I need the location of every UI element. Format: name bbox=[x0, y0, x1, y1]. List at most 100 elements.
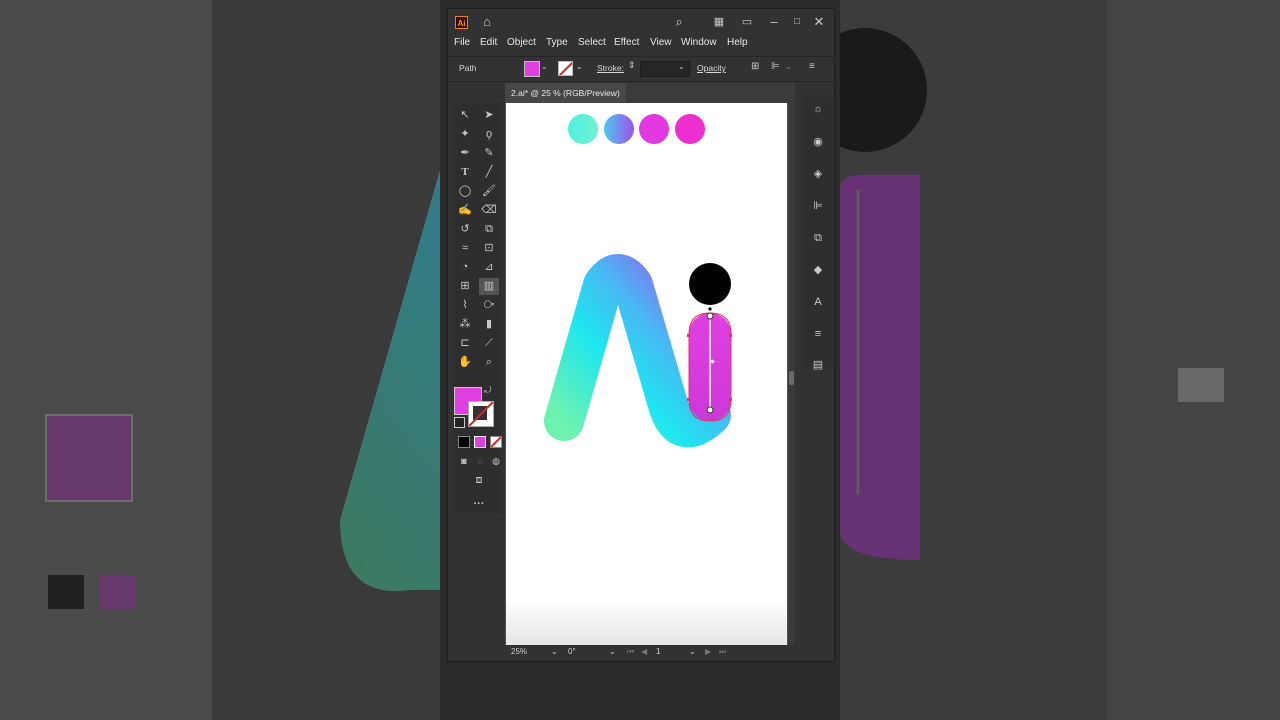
eyedropper-tool-icon[interactable]: ⌇ bbox=[455, 297, 475, 314]
gradient-end-stop[interactable] bbox=[706, 406, 714, 414]
paragraph-panel-icon[interactable]: ≡ bbox=[809, 325, 827, 343]
document-tab[interactable]: 2.ai* @ 25 % (RGB/Preview) bbox=[505, 83, 626, 103]
home-icon[interactable]: ⌂ bbox=[478, 13, 496, 31]
column-graph-tool-icon[interactable]: ▮ bbox=[479, 316, 499, 333]
warp-tool-icon[interactable]: ≈ bbox=[455, 240, 475, 257]
fill-swatch[interactable] bbox=[524, 61, 540, 77]
gradient-swatch-3[interactable] bbox=[639, 114, 669, 144]
shape-builder-tool-icon[interactable]: ◔ bbox=[455, 259, 475, 276]
distribute-icon[interactable]: ⊫ bbox=[771, 61, 780, 72]
gradient-swatch-4[interactable] bbox=[675, 114, 705, 144]
menu-select[interactable]: Select bbox=[578, 37, 606, 48]
gradient-start-stop[interactable] bbox=[706, 312, 714, 320]
appearance-panel-icon[interactable]: ◉ bbox=[809, 133, 827, 151]
screen-mode-icon[interactable]: ⧈ bbox=[469, 472, 489, 489]
align-icon[interactable]: ⊞ bbox=[751, 61, 759, 72]
maximize-icon[interactable]: □ bbox=[788, 13, 806, 31]
panel-icon[interactable]: ▭ bbox=[738, 13, 756, 31]
arrange-documents-icon[interactable]: ▦ bbox=[710, 13, 728, 31]
previous-artboard-icon[interactable]: ◀ bbox=[641, 647, 647, 656]
menu-edit[interactable]: Edit bbox=[480, 37, 497, 48]
menu-file[interactable]: File bbox=[454, 37, 470, 48]
stroke-swatch[interactable] bbox=[558, 61, 573, 76]
rotate-tool-icon[interactable]: ↺ bbox=[455, 221, 475, 238]
selection-anchor[interactable] bbox=[729, 398, 732, 401]
draw-inside-icon[interactable]: ◍ bbox=[486, 453, 506, 470]
character-panel-icon[interactable]: A bbox=[809, 293, 827, 311]
close-icon[interactable]: ✕ bbox=[810, 13, 828, 31]
scale-tool-icon[interactable]: ⧉ bbox=[479, 221, 499, 238]
last-artboard-icon[interactable]: ⏭ bbox=[719, 647, 726, 657]
stroke-color-box[interactable] bbox=[468, 401, 494, 427]
search-icon[interactable]: ⌕ bbox=[670, 13, 688, 31]
color-panel-icon[interactable]: ◈ bbox=[809, 165, 827, 183]
mesh-tool-icon[interactable]: ⊞ bbox=[455, 278, 475, 295]
type-tool-icon[interactable]: T bbox=[455, 164, 475, 181]
stroke-weight-stepper[interactable]: ⇕ bbox=[628, 60, 636, 71]
rotation-dropdown-icon[interactable]: ⌄ bbox=[609, 647, 616, 656]
shaper-tool-icon[interactable]: ✍ bbox=[455, 202, 475, 219]
pen-tool-icon[interactable]: ✒ bbox=[455, 145, 475, 162]
line-tool-icon[interactable]: ╱ bbox=[479, 164, 499, 181]
ellipse-tool-icon[interactable]: ◯ bbox=[455, 183, 475, 200]
gradient-tool-icon[interactable]: ▥ bbox=[479, 278, 499, 295]
default-fill-stroke-icon[interactable] bbox=[454, 417, 465, 428]
artboard-number[interactable]: 1 bbox=[656, 647, 660, 656]
selection-anchor[interactable] bbox=[687, 334, 690, 337]
distribute-dropdown-icon[interactable]: ⌄ bbox=[785, 62, 792, 71]
menu-type[interactable]: Type bbox=[546, 37, 568, 48]
menu-window[interactable]: Window bbox=[681, 37, 717, 48]
layers-panel-icon[interactable]: ◆ bbox=[809, 261, 827, 279]
scrollbar-thumb[interactable] bbox=[789, 371, 794, 385]
color-mode-gradient-swatch[interactable] bbox=[474, 436, 486, 448]
swap-fill-stroke-icon[interactable]: ⤾ bbox=[484, 385, 492, 396]
zoom-tool-icon[interactable]: ⌕ bbox=[479, 354, 499, 371]
gradient-swatch-1[interactable] bbox=[568, 114, 598, 144]
stroke-weight-dropdown-icon[interactable]: ⌄ bbox=[678, 62, 685, 71]
vertical-scrollbar[interactable] bbox=[788, 103, 795, 645]
stroke-label[interactable]: Stroke: bbox=[597, 63, 624, 73]
color-mode-black-swatch[interactable] bbox=[458, 436, 470, 448]
blend-tool-icon[interactable]: ⧂ bbox=[479, 297, 499, 314]
rotation-value[interactable]: 0° bbox=[568, 647, 576, 656]
anchor-point[interactable] bbox=[708, 307, 712, 311]
gradient-swatch-2[interactable] bbox=[604, 114, 634, 144]
fill-dropdown-icon[interactable]: ⌄ bbox=[541, 62, 548, 71]
zoom-level[interactable]: 25% bbox=[511, 647, 527, 656]
artboard-tool-icon[interactable]: ⊏ bbox=[455, 335, 475, 352]
letter-i-dot[interactable] bbox=[689, 263, 731, 305]
menu-help[interactable]: Help bbox=[727, 37, 748, 48]
pathfinder-panel-icon[interactable]: ⧉ bbox=[809, 229, 827, 247]
minimize-icon[interactable]: – bbox=[765, 13, 783, 31]
hand-tool-icon[interactable]: ✋ bbox=[455, 354, 475, 371]
selection-anchor[interactable] bbox=[729, 334, 732, 337]
magic-wand-tool-icon[interactable]: ✦ bbox=[455, 126, 475, 143]
eraser-tool-icon[interactable]: ⌫ bbox=[479, 202, 499, 219]
control-bar-menu-icon[interactable]: ≡ bbox=[809, 61, 815, 72]
opacity-label[interactable]: Opacity bbox=[697, 63, 726, 73]
stroke-dropdown-icon[interactable]: ⌄ bbox=[576, 62, 583, 71]
curvature-tool-icon[interactable]: ✎ bbox=[479, 145, 499, 162]
symbol-sprayer-tool-icon[interactable]: ⁂ bbox=[455, 316, 475, 333]
menu-effect[interactable]: Effect bbox=[614, 37, 639, 48]
paintbrush-tool-icon[interactable]: 🖌 bbox=[479, 183, 499, 200]
edit-toolbar-icon[interactable]: ··· bbox=[469, 496, 489, 513]
artboard[interactable] bbox=[506, 103, 787, 645]
menu-object[interactable]: Object bbox=[507, 37, 536, 48]
first-artboard-icon[interactable]: ⏮ bbox=[627, 647, 634, 657]
perspective-grid-tool-icon[interactable]: ⊿ bbox=[479, 259, 499, 276]
artboard-dropdown-icon[interactable]: ⌄ bbox=[689, 647, 696, 656]
direct-selection-tool-icon[interactable]: ➤ bbox=[479, 107, 499, 124]
free-transform-tool-icon[interactable]: ⊡ bbox=[479, 240, 499, 257]
lasso-tool-icon[interactable]: ϙ bbox=[479, 126, 499, 143]
align-panel-icon[interactable]: ⊫ bbox=[809, 197, 827, 215]
next-artboard-icon[interactable]: ▶ bbox=[705, 647, 711, 656]
slice-tool-icon[interactable]: ⟋ bbox=[479, 335, 499, 352]
properties-panel-icon[interactable]: ☼ bbox=[809, 100, 827, 118]
selection-tool-icon[interactable]: ↖ bbox=[455, 107, 475, 124]
menu-view[interactable]: View bbox=[650, 37, 672, 48]
zoom-dropdown-icon[interactable]: ⌄ bbox=[551, 647, 558, 656]
color-mode-none-swatch[interactable] bbox=[490, 436, 502, 448]
gradient-panel-icon[interactable]: ▤ bbox=[809, 356, 827, 374]
selection-anchor[interactable] bbox=[687, 398, 690, 401]
